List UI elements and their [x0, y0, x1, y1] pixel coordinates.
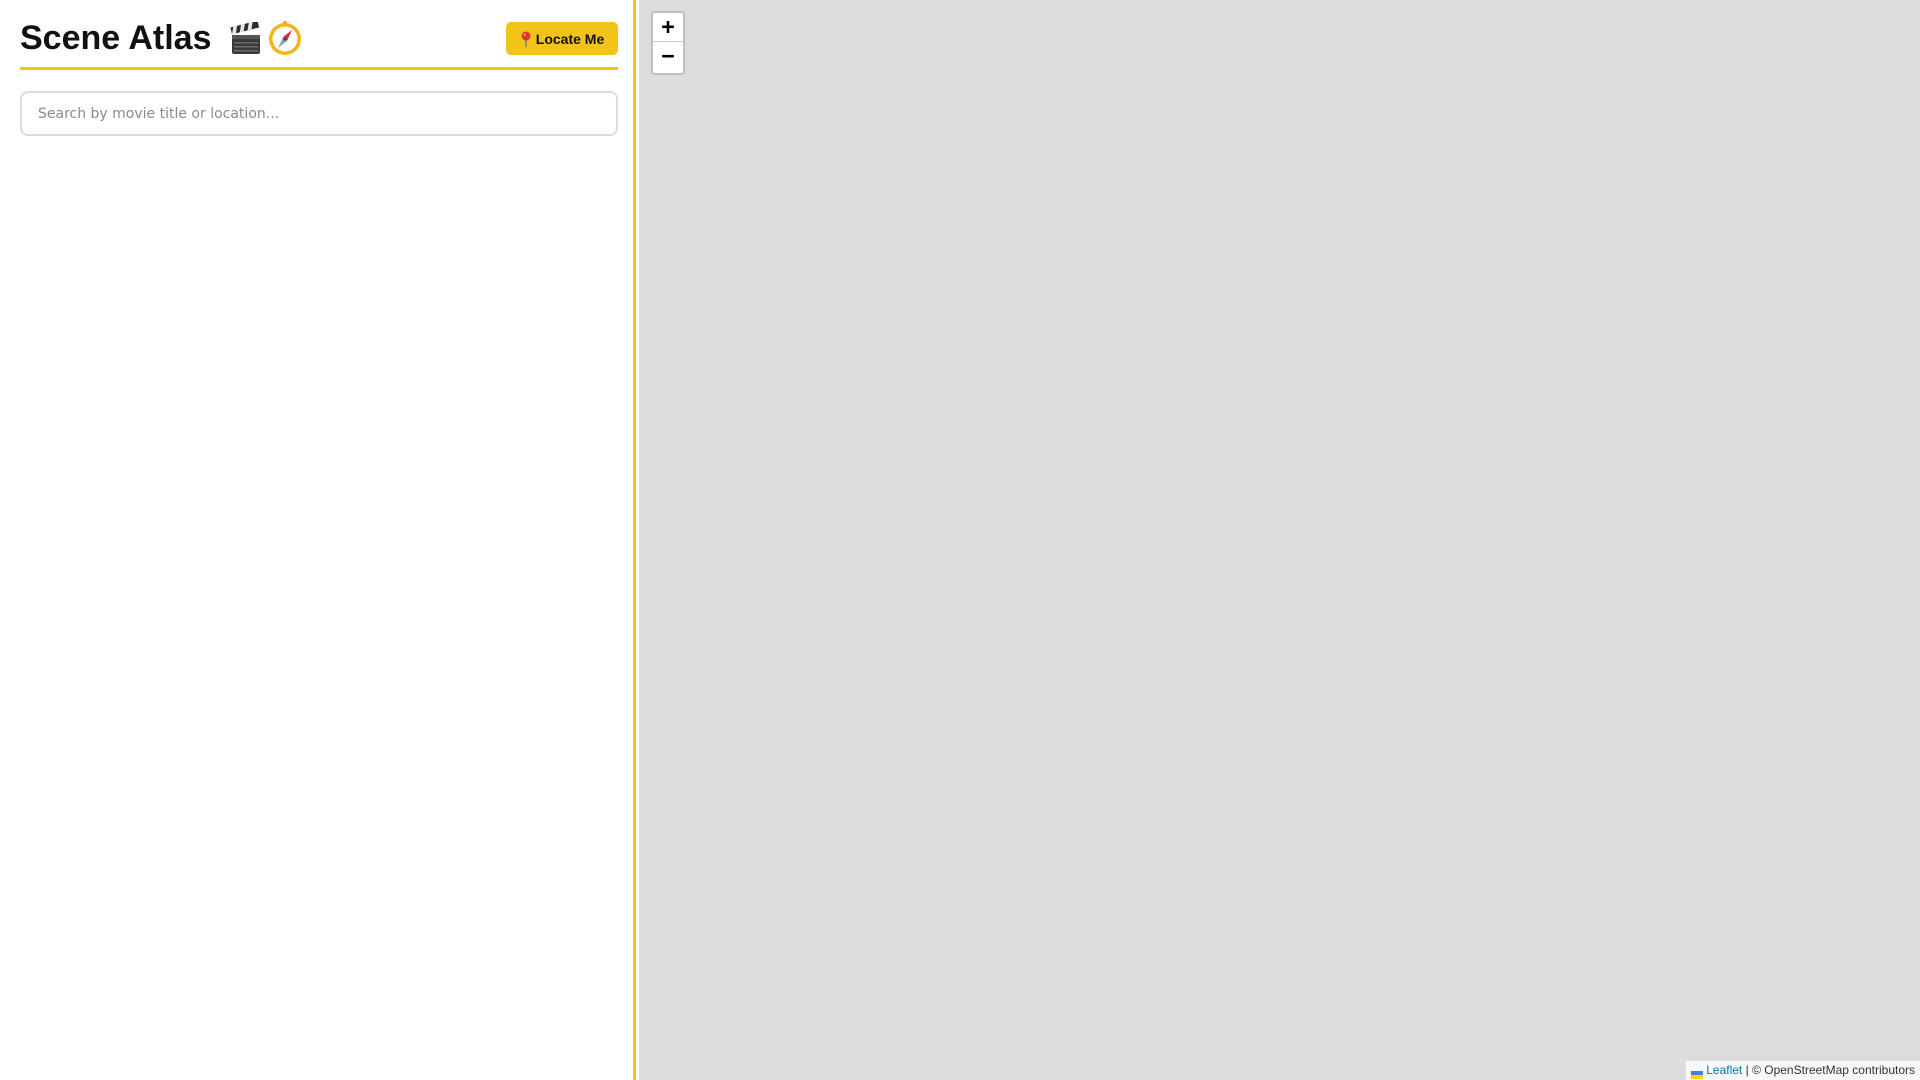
- map-attribution: Leaflet | © OpenStreetMap contributors: [1686, 1061, 1920, 1080]
- locate-me-label: Locate Me: [535, 30, 605, 47]
- app-title: Scene Atlas: [20, 18, 303, 58]
- osm-attribution-text: © OpenStreetMap contributors: [1752, 1063, 1915, 1077]
- zoom-out-button[interactable]: −: [653, 42, 683, 72]
- results-list: [20, 150, 618, 1050]
- app-title-text: Scene Atlas: [20, 19, 212, 57]
- zoom-control: + −: [651, 11, 685, 75]
- attribution-separator: |: [1745, 1063, 1749, 1077]
- leaflet-link[interactable]: Leaflet: [1706, 1063, 1742, 1077]
- title-icons: [229, 18, 303, 58]
- locate-me-button[interactable]: Locate Me: [506, 22, 618, 55]
- search-container: [20, 91, 618, 136]
- clapper-board-icon: [229, 20, 263, 56]
- sidebar: Scene Atlas Locate Me Search by movie ti…: [0, 0, 636, 1080]
- search-input[interactable]: [20, 91, 618, 136]
- map-view[interactable]: + − Leaflet | © OpenStreetMap contributo…: [639, 0, 1920, 1080]
- ukraine-flag-icon: [1691, 1066, 1704, 1079]
- app: Scene Atlas Locate Me Search by movie ti…: [0, 0, 1920, 1080]
- sidebar-header: Scene Atlas Locate Me: [20, 12, 618, 70]
- round-pushpin-icon: [520, 31, 532, 47]
- compass-icon: [267, 20, 303, 56]
- zoom-in-button[interactable]: +: [653, 13, 683, 42]
